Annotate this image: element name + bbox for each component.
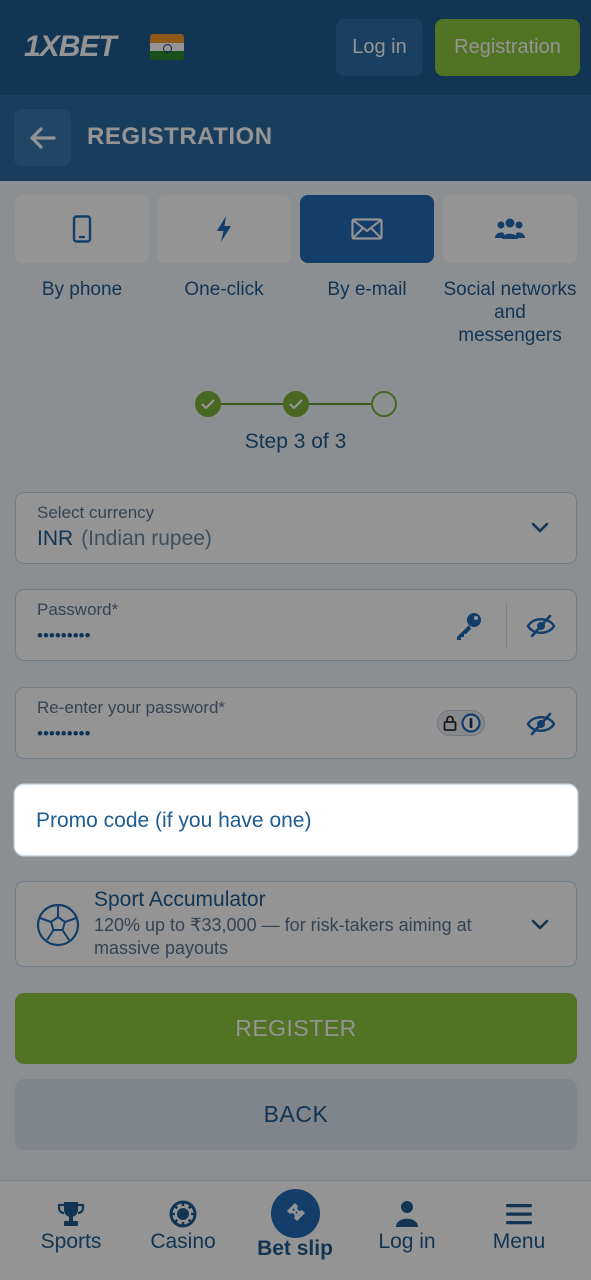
nav-label-bet-slip: Bet slip <box>257 1237 333 1260</box>
step-1-complete-icon <box>195 391 221 417</box>
currency-label: Select currency <box>37 503 155 522</box>
nav-sports[interactable]: Sports <box>12 1181 130 1280</box>
method-label-phone: By phone <box>41 279 123 300</box>
password-label: Password* <box>37 600 119 619</box>
nav-label-sports: Sports <box>40 1230 102 1253</box>
casino-chip-icon <box>169 1200 197 1228</box>
currency-select[interactable]: Select currency INR (Indian rupee) <box>15 492 577 564</box>
arrow-left-icon <box>29 126 56 149</box>
bonus-description: 120% up to ₹33,000 — for risk-takers aim… <box>94 915 472 958</box>
method-label-email: By e-mail <box>327 279 407 300</box>
method-by-email[interactable] <box>300 195 434 263</box>
method-by-phone[interactable] <box>15 195 149 263</box>
eye-slash-icon[interactable] <box>526 712 556 736</box>
method-label-social: Social networks and messengers <box>443 279 577 346</box>
nav-login[interactable]: Log in <box>348 1181 466 1280</box>
confirm-password-label: Re-enter your password* <box>37 698 226 717</box>
envelope-icon <box>351 218 383 240</box>
step-indicator-text: Step 3 of 3 <box>244 430 347 453</box>
eye-slash-icon[interactable] <box>526 614 556 638</box>
bonus-title: Sport Accumulator <box>94 888 266 911</box>
chevron-down-icon <box>531 919 549 930</box>
india-flag-icon[interactable] <box>150 34 184 60</box>
top-header: 1XBET Log in Registration <box>0 0 591 95</box>
bonus-select[interactable]: Sport Accumulator 120% up to ₹33,000 — f… <box>15 881 577 967</box>
phone-icon <box>72 215 92 243</box>
back-button[interactable]: BACK <box>15 1079 577 1150</box>
bet-slip-badge[interactable] <box>271 1189 320 1238</box>
soccer-ball-icon <box>36 903 80 947</box>
back-arrow-button[interactable] <box>14 109 71 166</box>
nav-label-casino: Casino <box>150 1230 216 1253</box>
register-button[interactable]: REGISTER <box>15 993 577 1064</box>
confirm-password-field[interactable]: Re-enter your password* ••••••••• <box>15 687 577 759</box>
key-icon[interactable] <box>453 610 485 642</box>
lightning-icon <box>217 216 231 242</box>
users-icon <box>495 218 525 239</box>
password-value: ••••••••• <box>37 626 91 645</box>
step-3-current-icon <box>371 391 397 417</box>
trophy-icon <box>57 1202 85 1226</box>
currency-value: INR (Indian rupee) <box>37 527 212 550</box>
brand-logo[interactable]: 1XBET <box>24 30 117 64</box>
method-one-click[interactable] <box>157 195 291 263</box>
step-2-complete-icon <box>283 391 309 417</box>
hamburger-icon <box>506 1204 532 1225</box>
method-label-one-click: One-click <box>184 279 264 300</box>
method-social-networks[interactable] <box>443 195 577 263</box>
chevron-down-icon <box>531 522 549 533</box>
nav-label-login: Log in <box>378 1230 436 1253</box>
confirm-password-value: ••••••••• <box>37 724 91 743</box>
nav-casino[interactable]: Casino <box>124 1181 242 1280</box>
page-header: REGISTRATION <box>0 95 591 181</box>
page-title: REGISTRATION <box>87 123 273 150</box>
info-badge-icon <box>461 713 481 733</box>
registration-button[interactable]: Registration <box>435 19 580 76</box>
nav-label-menu: Menu <box>492 1230 546 1253</box>
lock-icon <box>443 715 457 731</box>
promo-code-input[interactable]: Promo code (if you have one) <box>15 785 577 855</box>
ticket-icon <box>286 1202 305 1221</box>
password-manager-badge[interactable] <box>437 710 485 736</box>
login-button[interactable]: Log in <box>336 19 423 76</box>
user-icon <box>396 1201 418 1227</box>
step-progress <box>195 391 397 417</box>
nav-menu[interactable]: Menu <box>460 1181 578 1280</box>
promo-code-placeholder: Promo code (if you have one) <box>36 809 312 832</box>
password-field[interactable]: Password* ••••••••• <box>15 589 577 661</box>
